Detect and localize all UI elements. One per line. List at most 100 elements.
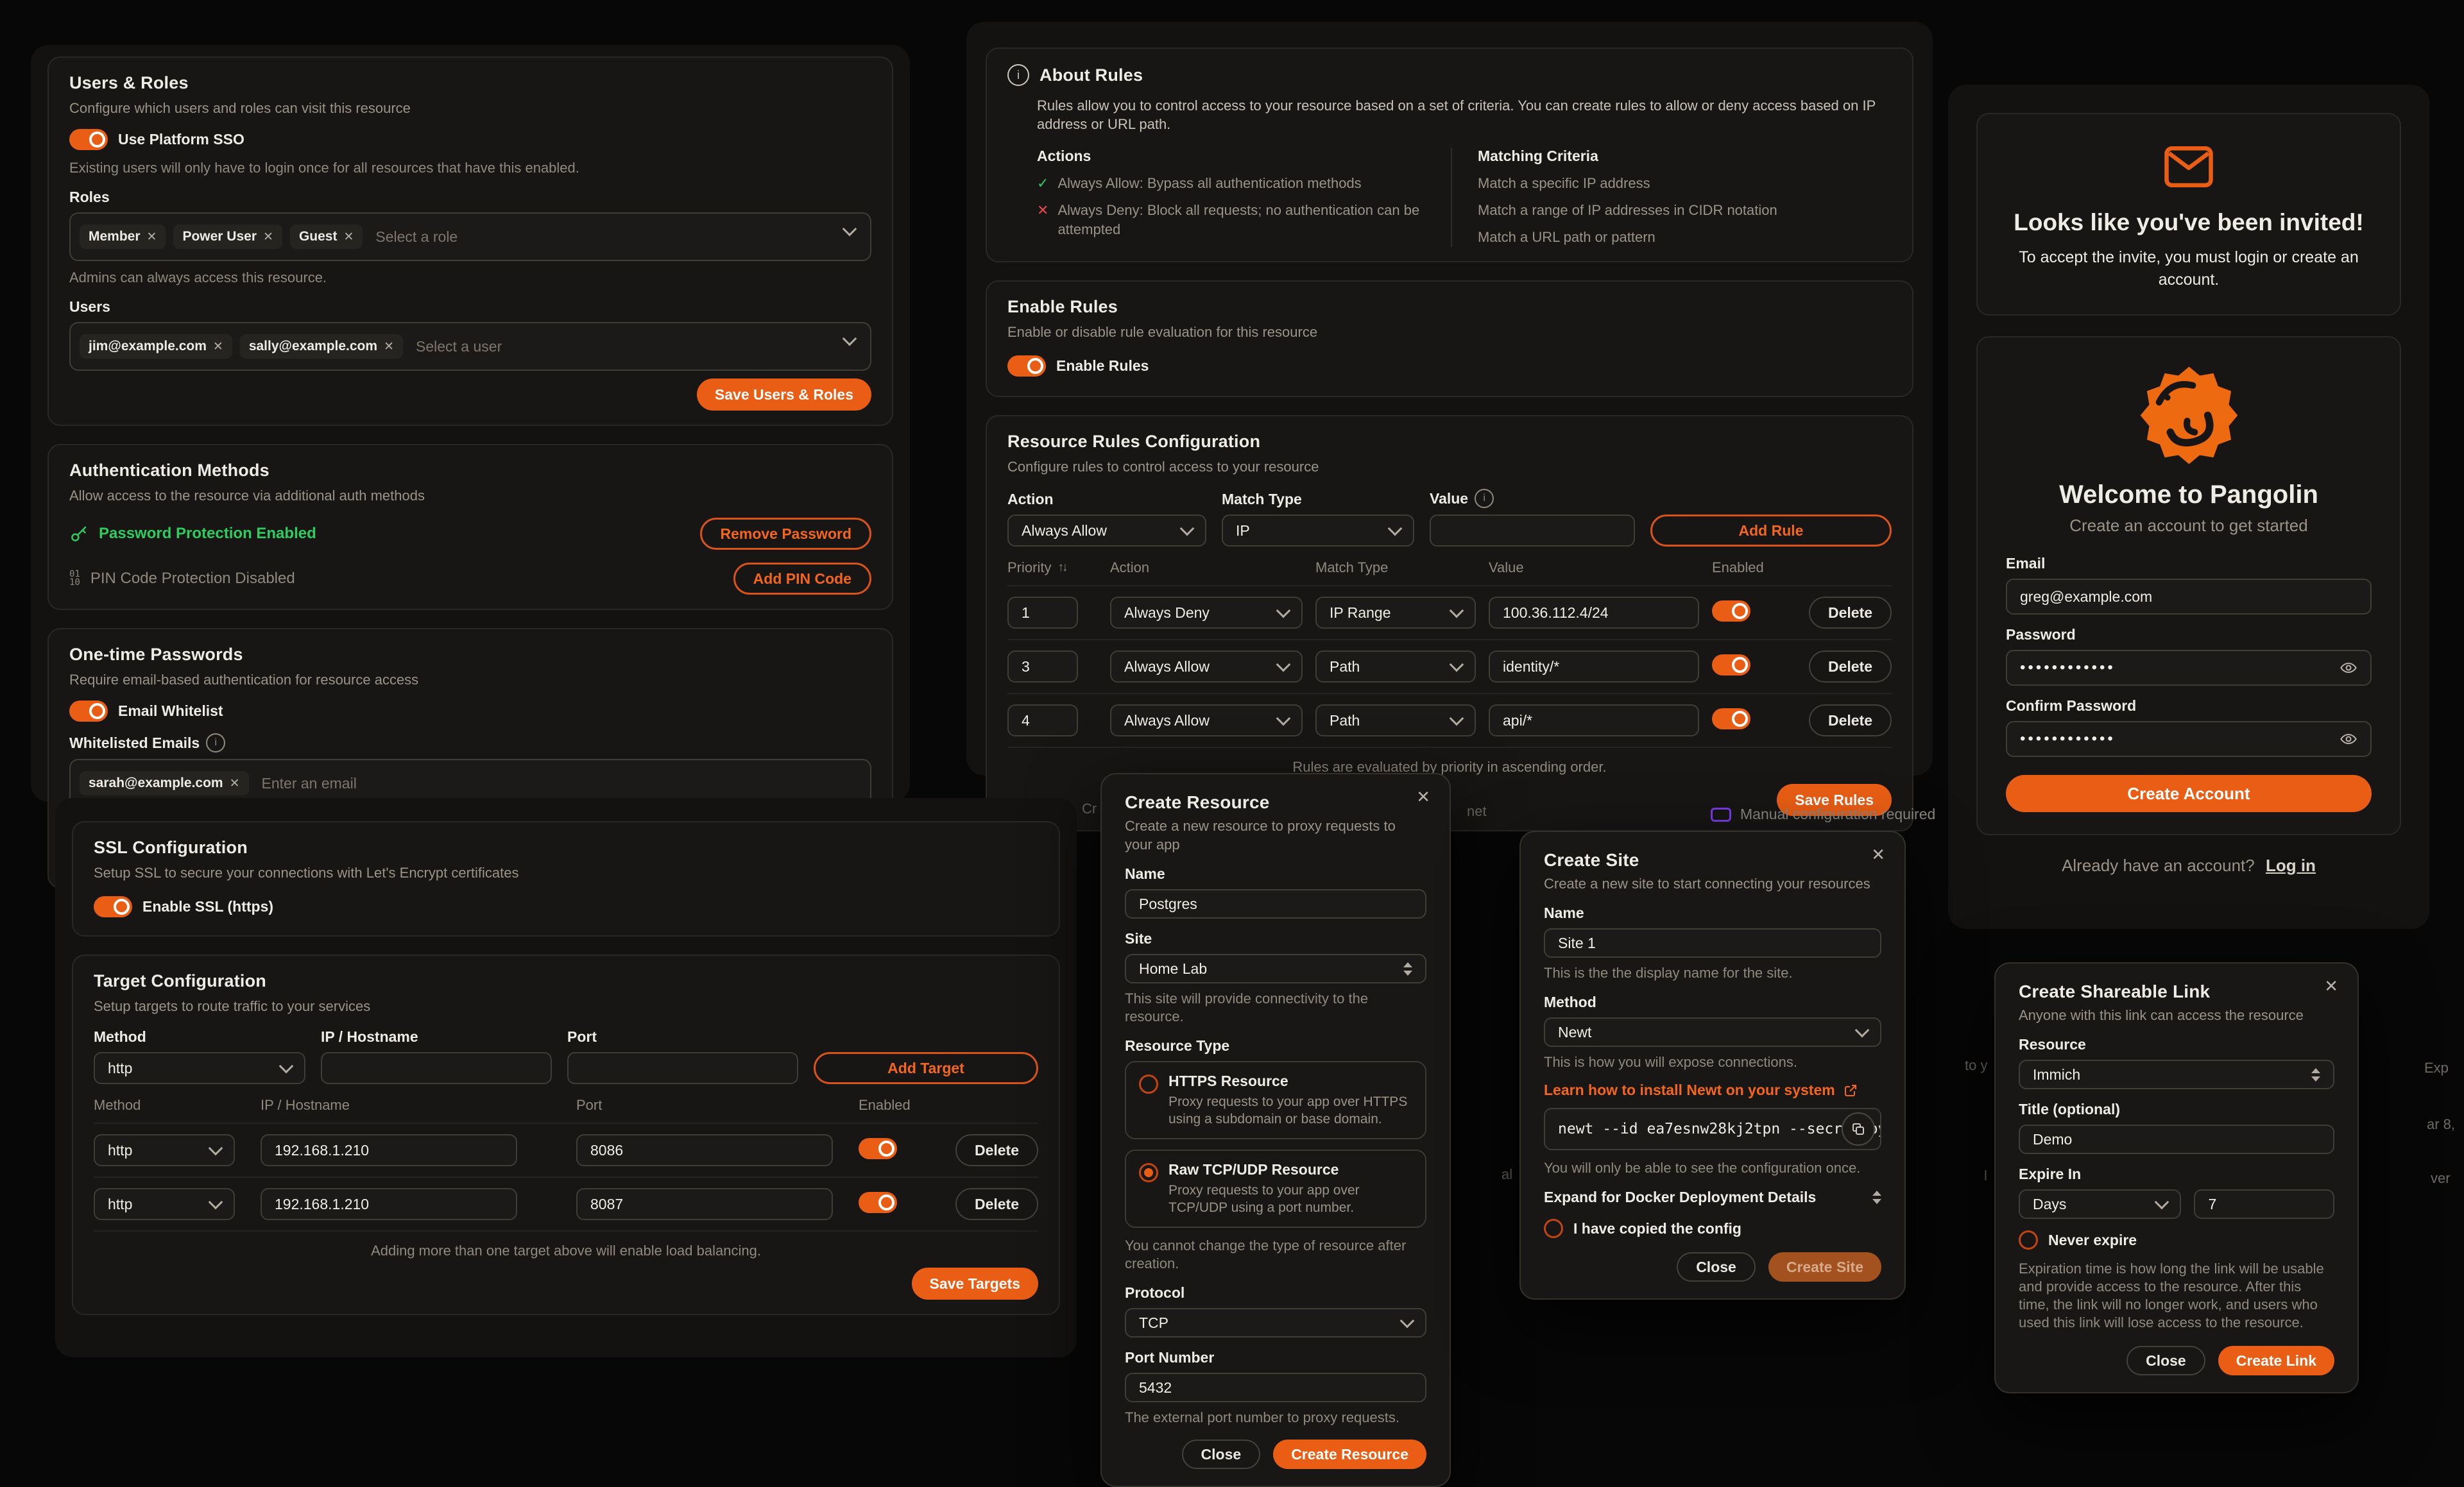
create-account-button[interactable]: Create Account <box>2006 775 2372 812</box>
link-title-input[interactable] <box>2019 1125 2334 1154</box>
delete-rule-button[interactable]: Delete <box>1809 597 1892 629</box>
delete-target-button[interactable]: Delete <box>955 1188 1038 1220</box>
match-type-label: Match Type <box>1222 491 1414 508</box>
email-whitelist-toggle[interactable] <box>69 701 108 722</box>
target-ip-input[interactable] <box>261 1134 517 1166</box>
newt-command-block[interactable]: newt --id ea7esnw28kj2tpn --secret by7jf… <box>1544 1108 1881 1150</box>
target-port-input[interactable] <box>576 1134 833 1166</box>
priority-input[interactable] <box>1007 704 1078 736</box>
close-icon[interactable]: ✕ <box>1416 788 1430 805</box>
info-icon[interactable]: i <box>1475 489 1494 508</box>
close-icon[interactable]: ✕ <box>1871 846 1885 863</box>
remove-chip-icon[interactable]: ✕ <box>213 339 223 354</box>
port-input[interactable] <box>567 1052 798 1084</box>
rule-enabled-toggle[interactable] <box>1712 708 1750 729</box>
enable-rules-toggle[interactable] <box>1007 355 1046 377</box>
rule-value-input[interactable] <box>1489 597 1699 629</box>
rule-action-select[interactable]: Always Allow <box>1110 650 1303 683</box>
never-expire-radio[interactable] <box>2019 1230 2038 1250</box>
rule-enabled-toggle[interactable] <box>1712 654 1750 676</box>
create-site-button[interactable]: Create Site <box>1768 1252 1881 1282</box>
target-method-select[interactable]: http <box>94 1188 235 1220</box>
ip-hostname-input[interactable] <box>321 1052 552 1084</box>
create-resource-button[interactable]: Create Resource <box>1273 1440 1426 1469</box>
match-type-select[interactable]: IP <box>1222 514 1414 547</box>
remove-chip-icon[interactable]: ✕ <box>230 776 240 791</box>
roles-multiselect[interactable]: Member✕ Power User✕ Guest✕ Select a role <box>69 212 871 261</box>
email-field[interactable] <box>2006 579 2372 615</box>
users-multiselect[interactable]: jim@example.com✕ sally@example.com✕ Sele… <box>69 322 871 371</box>
copy-button[interactable] <box>1842 1112 1875 1146</box>
remove-chip-icon[interactable]: ✕ <box>384 339 394 354</box>
remove-chip-icon[interactable]: ✕ <box>343 230 354 244</box>
password-field[interactable]: •••••••••••• <box>2006 650 2372 686</box>
close-button[interactable]: Close <box>1182 1440 1261 1469</box>
role-chip[interactable]: Power User✕ <box>173 225 282 249</box>
save-targets-button[interactable]: Save Targets <box>912 1268 1038 1300</box>
email-chip[interactable]: sarah@example.com✕ <box>80 771 249 795</box>
site-name-input[interactable] <box>1544 928 1881 958</box>
radio-icon[interactable] <box>1139 1075 1158 1094</box>
create-link-button[interactable]: Create Link <box>2218 1346 2334 1375</box>
expire-unit-select[interactable]: Days <box>2019 1189 2181 1219</box>
target-enabled-toggle[interactable] <box>859 1138 897 1159</box>
expire-value-input[interactable] <box>2194 1189 2334 1219</box>
add-rule-button[interactable]: Add Rule <box>1650 514 1892 547</box>
show-password-button[interactable] <box>2340 730 2357 748</box>
protocol-select[interactable]: TCP <box>1125 1308 1426 1338</box>
enable-ssl-toggle[interactable] <box>94 896 132 917</box>
target-enabled-toggle[interactable] <box>859 1192 897 1213</box>
rule-value-input[interactable] <box>1489 650 1699 683</box>
site-method-select[interactable]: Newt <box>1544 1017 1881 1047</box>
user-chip[interactable]: jim@example.com✕ <box>80 334 232 359</box>
add-pin-code-button[interactable]: Add PIN Code <box>733 563 871 595</box>
delete-target-button[interactable]: Delete <box>955 1134 1038 1166</box>
action-select[interactable]: Always Allow <box>1007 514 1206 547</box>
delete-rule-button[interactable]: Delete <box>1809 650 1892 683</box>
remove-chip-icon[interactable]: ✕ <box>147 230 157 244</box>
email-whitelist-label: Email Whitelist <box>118 702 223 720</box>
https-resource-option[interactable]: HTTPS Resource Proxy requests to your ap… <box>1125 1061 1426 1139</box>
method-select[interactable]: http <box>94 1052 305 1084</box>
target-method-select[interactable]: http <box>94 1134 235 1166</box>
target-port-input[interactable] <box>576 1188 833 1220</box>
show-password-button[interactable] <box>2340 659 2357 677</box>
resource-select[interactable]: Immich <box>2019 1060 2334 1089</box>
target-ip-input[interactable] <box>261 1188 517 1220</box>
log-in-link[interactable]: Log in <box>2266 856 2316 875</box>
sso-toggle[interactable] <box>69 129 108 150</box>
rule-match-select[interactable]: IP Range <box>1315 597 1476 629</box>
copied-config-radio[interactable] <box>1544 1219 1563 1238</box>
rule-action-select[interactable]: Always Allow <box>1110 704 1303 736</box>
priority-input[interactable] <box>1007 597 1078 629</box>
save-users-roles-button[interactable]: Save Users & Roles <box>697 378 871 411</box>
rule-enabled-toggle[interactable] <box>1712 600 1750 622</box>
chevron-down-icon <box>1276 711 1291 726</box>
port-number-input[interactable] <box>1125 1373 1426 1402</box>
remove-chip-icon[interactable]: ✕ <box>263 230 273 244</box>
resource-name-input[interactable] <box>1125 889 1426 919</box>
docker-details-expander[interactable]: Expand for Docker Deployment Details <box>1544 1189 1881 1206</box>
info-icon[interactable]: i <box>206 733 225 752</box>
rule-value-input[interactable] <box>1489 704 1699 736</box>
rule-match-select[interactable]: Path <box>1315 650 1476 683</box>
radio-checked-icon[interactable] <box>1139 1163 1158 1182</box>
close-button[interactable]: Close <box>1677 1252 1756 1282</box>
rule-match-select[interactable]: Path <box>1315 704 1476 736</box>
value-input[interactable] <box>1430 514 1635 547</box>
rule-action-select[interactable]: Always Deny <box>1110 597 1303 629</box>
sort-icon[interactable]: ↑↓ <box>1057 561 1066 575</box>
close-icon[interactable]: ✕ <box>2324 978 2338 994</box>
role-chip[interactable]: Member✕ <box>80 225 166 249</box>
delete-rule-button[interactable]: Delete <box>1809 704 1892 736</box>
priority-input[interactable] <box>1007 650 1078 683</box>
tcp-resource-option[interactable]: Raw TCP/UDP Resource Proxy requests to y… <box>1125 1150 1426 1228</box>
confirm-password-field[interactable]: •••••••••••• <box>2006 721 2372 757</box>
user-chip[interactable]: sally@example.com✕ <box>240 334 403 359</box>
remove-password-button[interactable]: Remove Password <box>700 518 871 550</box>
learn-newt-link[interactable]: Learn how to install Newt on your system <box>1544 1082 1881 1099</box>
role-chip[interactable]: Guest✕ <box>290 225 363 249</box>
close-button[interactable]: Close <box>2126 1346 2205 1375</box>
add-target-button[interactable]: Add Target <box>814 1052 1038 1084</box>
site-select[interactable]: Home Lab <box>1125 954 1426 983</box>
